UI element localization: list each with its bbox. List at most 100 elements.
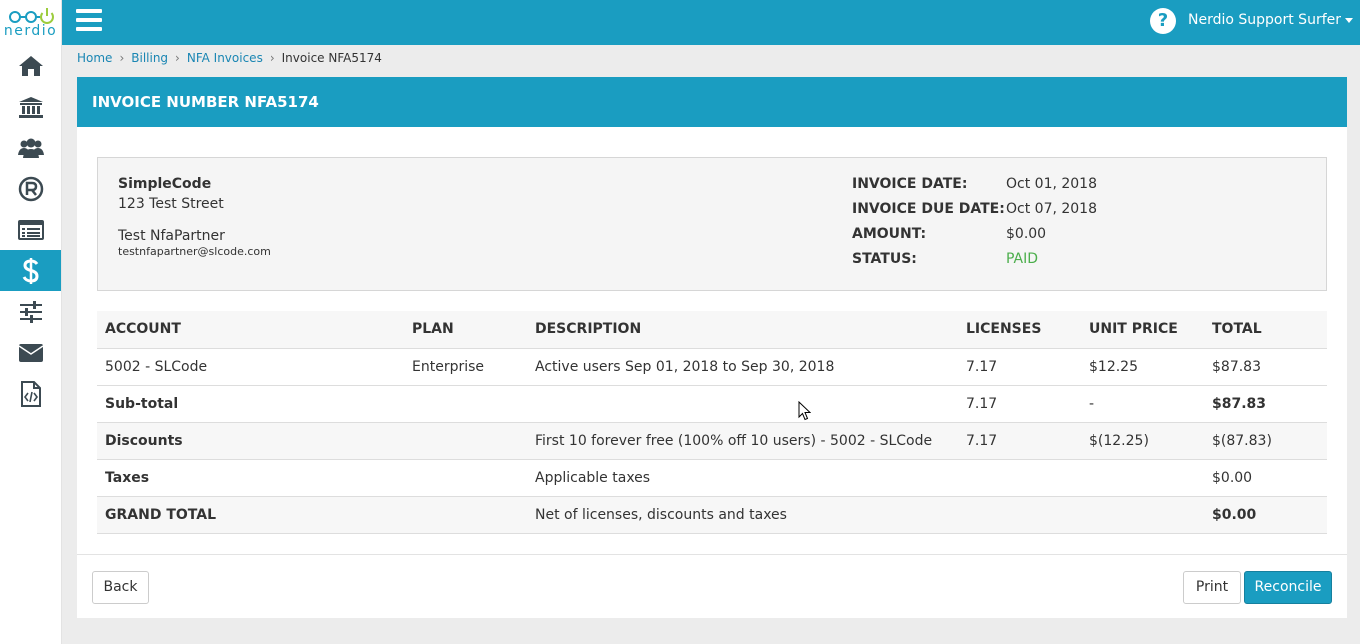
breadcrumb-billing[interactable]: Billing <box>131 51 168 65</box>
contact-email: testnfapartner@slcode.com <box>118 245 271 258</box>
footer-divider <box>77 554 1347 555</box>
cell-description: Active users Sep 01, 2018 to Sep 30, 201… <box>527 348 958 386</box>
cell-account: Discounts <box>97 422 404 460</box>
contact-name: Test NfaPartner <box>118 228 225 244</box>
invoice-panel: INVOICE NUMBER NFA5174 SimpleCode 123 Te… <box>77 77 1347 618</box>
column-header-account: ACCOUNT <box>97 311 404 349</box>
sidebar-item-bank[interactable] <box>0 86 61 127</box>
meta-label: INVOICE DATE: <box>852 176 968 192</box>
mouse-cursor-icon <box>798 401 811 421</box>
meta-value: $0.00 <box>1006 226 1047 242</box>
back-button[interactable]: Back <box>92 571 149 604</box>
top-bar: ? Nerdio Support Surfer <box>62 0 1360 45</box>
breadcrumb-separator: › <box>119 51 125 65</box>
table-row: 5002 - SLCode Enterprise Active users Se… <box>97 348 1327 386</box>
sidebar-item-billing[interactable] <box>0 250 61 291</box>
sidebar-item-code[interactable] <box>0 373 61 414</box>
column-header-unit-price: UNIT PRICE <box>1081 311 1204 349</box>
home-icon <box>18 55 43 76</box>
cell-total: $(87.83) <box>1204 422 1327 460</box>
sidebar-item-settings[interactable] <box>0 291 61 332</box>
taxes-row: Taxes Applicable taxes $0.00 <box>97 459 1327 497</box>
breadcrumb-separator: › <box>269 51 275 65</box>
reconcile-button[interactable]: Reconcile <box>1244 571 1332 604</box>
status-row: STATUS: PAID <box>852 251 1097 276</box>
help-icon[interactable]: ? <box>1150 8 1176 34</box>
breadcrumb-home[interactable]: Home <box>77 51 112 65</box>
code-file-icon <box>20 380 41 407</box>
invoice-meta: INVOICE DATE: Oct 01, 2018 INVOICE DUE DA… <box>852 176 1097 276</box>
cell-unit-price <box>1081 459 1204 497</box>
cell-licenses: 7.17 <box>958 422 1081 460</box>
meta-label: AMOUNT: <box>852 226 927 242</box>
amount-row: AMOUNT: $0.00 <box>852 226 1097 251</box>
page-title: INVOICE NUMBER NFA5174 <box>77 77 1347 127</box>
cell-plan <box>404 496 527 534</box>
cell-plan <box>404 422 527 460</box>
cell-account: Sub-total <box>97 385 404 423</box>
envelope-icon <box>18 343 43 362</box>
invoice-due-date-row: INVOICE DUE DATE: Oct 07, 2018 <box>852 201 1097 226</box>
dollar-icon <box>22 257 39 284</box>
status-badge: PAID <box>1006 251 1039 267</box>
cell-account: Taxes <box>97 459 404 497</box>
cell-plan: Enterprise <box>404 348 527 386</box>
nerdio-logo[interactable]: nerdio <box>0 0 61 45</box>
sliders-icon <box>19 300 42 323</box>
sidebar: nerdio <box>0 0 62 644</box>
cell-licenses: 7.17 <box>958 348 1081 386</box>
cell-description <box>527 385 958 423</box>
subtotal-row: Sub-total 7.17 - $87.83 <box>97 385 1327 423</box>
user-menu[interactable]: Nerdio Support Surfer <box>1188 12 1353 28</box>
meta-label: INVOICE DUE DATE: <box>852 201 1005 217</box>
sidebar-item-home[interactable] <box>0 45 61 86</box>
column-header-licenses: LICENSES <box>958 311 1081 349</box>
column-header-description: DESCRIPTION <box>527 311 958 349</box>
meta-label: STATUS: <box>852 251 917 267</box>
logo-text: nerdio <box>3 23 58 39</box>
cell-description: Applicable taxes <box>527 459 958 497</box>
cell-account: 5002 - SLCode <box>97 348 404 386</box>
print-button[interactable]: Print <box>1183 571 1241 604</box>
cell-total: $0.00 <box>1204 459 1327 497</box>
invoice-items-table: ACCOUNT PLAN DESCRIPTION LICENSES UNIT P… <box>97 311 1327 534</box>
registered-icon <box>18 176 43 201</box>
grand-total-row: GRAND TOTAL Net of licenses, discounts a… <box>97 496 1327 534</box>
menu-toggle-icon[interactable] <box>76 9 102 33</box>
cell-licenses <box>958 496 1081 534</box>
cell-licenses: 7.17 <box>958 385 1081 423</box>
meta-value: Oct 07, 2018 <box>1006 201 1097 217</box>
cell-unit-price: $(12.25) <box>1081 422 1204 460</box>
user-name: Nerdio Support Surfer <box>1188 12 1341 28</box>
cell-plan <box>404 459 527 497</box>
users-icon <box>17 138 44 158</box>
company-street: 123 Test Street <box>118 196 224 212</box>
breadcrumb-current: Invoice NFA5174 <box>281 51 382 65</box>
discounts-row: Discounts First 10 forever free (100% of… <box>97 422 1327 460</box>
breadcrumb: Home › Billing › NFA Invoices › Invoice NFA517… <box>77 51 382 65</box>
breadcrumb-separator: › <box>175 51 180 65</box>
cell-total: $87.83 <box>1204 385 1327 423</box>
list-icon <box>17 219 44 240</box>
cell-description: Net of licenses, discounts and taxes <box>527 496 958 534</box>
table-header-row: ACCOUNT PLAN DESCRIPTION LICENSES UNIT P… <box>97 311 1327 349</box>
column-header-total: TOTAL <box>1204 311 1327 349</box>
breadcrumb-nfa-invoices[interactable]: NFA Invoices <box>187 51 263 65</box>
cell-total: $87.83 <box>1204 348 1327 386</box>
cell-plan <box>404 385 527 423</box>
sidebar-item-registered[interactable] <box>0 168 61 209</box>
invoice-info-box: SimpleCode 123 Test Street Test NfaPartn… <box>97 157 1327 291</box>
company-name: SimpleCode <box>118 176 212 192</box>
sidebar-item-users[interactable] <box>0 127 61 168</box>
sidebar-item-email[interactable] <box>0 332 61 373</box>
column-header-plan: PLAN <box>404 311 527 349</box>
caret-down-icon <box>1345 17 1353 23</box>
cell-total: $0.00 <box>1204 496 1327 534</box>
meta-value: Oct 01, 2018 <box>1006 176 1097 192</box>
bank-icon <box>18 96 43 118</box>
cell-licenses <box>958 459 1081 497</box>
cell-unit-price: - <box>1081 385 1204 423</box>
sidebar-item-list[interactable] <box>0 209 61 250</box>
cell-description: First 10 forever free (100% off 10 users… <box>527 422 958 460</box>
cell-account: GRAND TOTAL <box>97 496 404 534</box>
